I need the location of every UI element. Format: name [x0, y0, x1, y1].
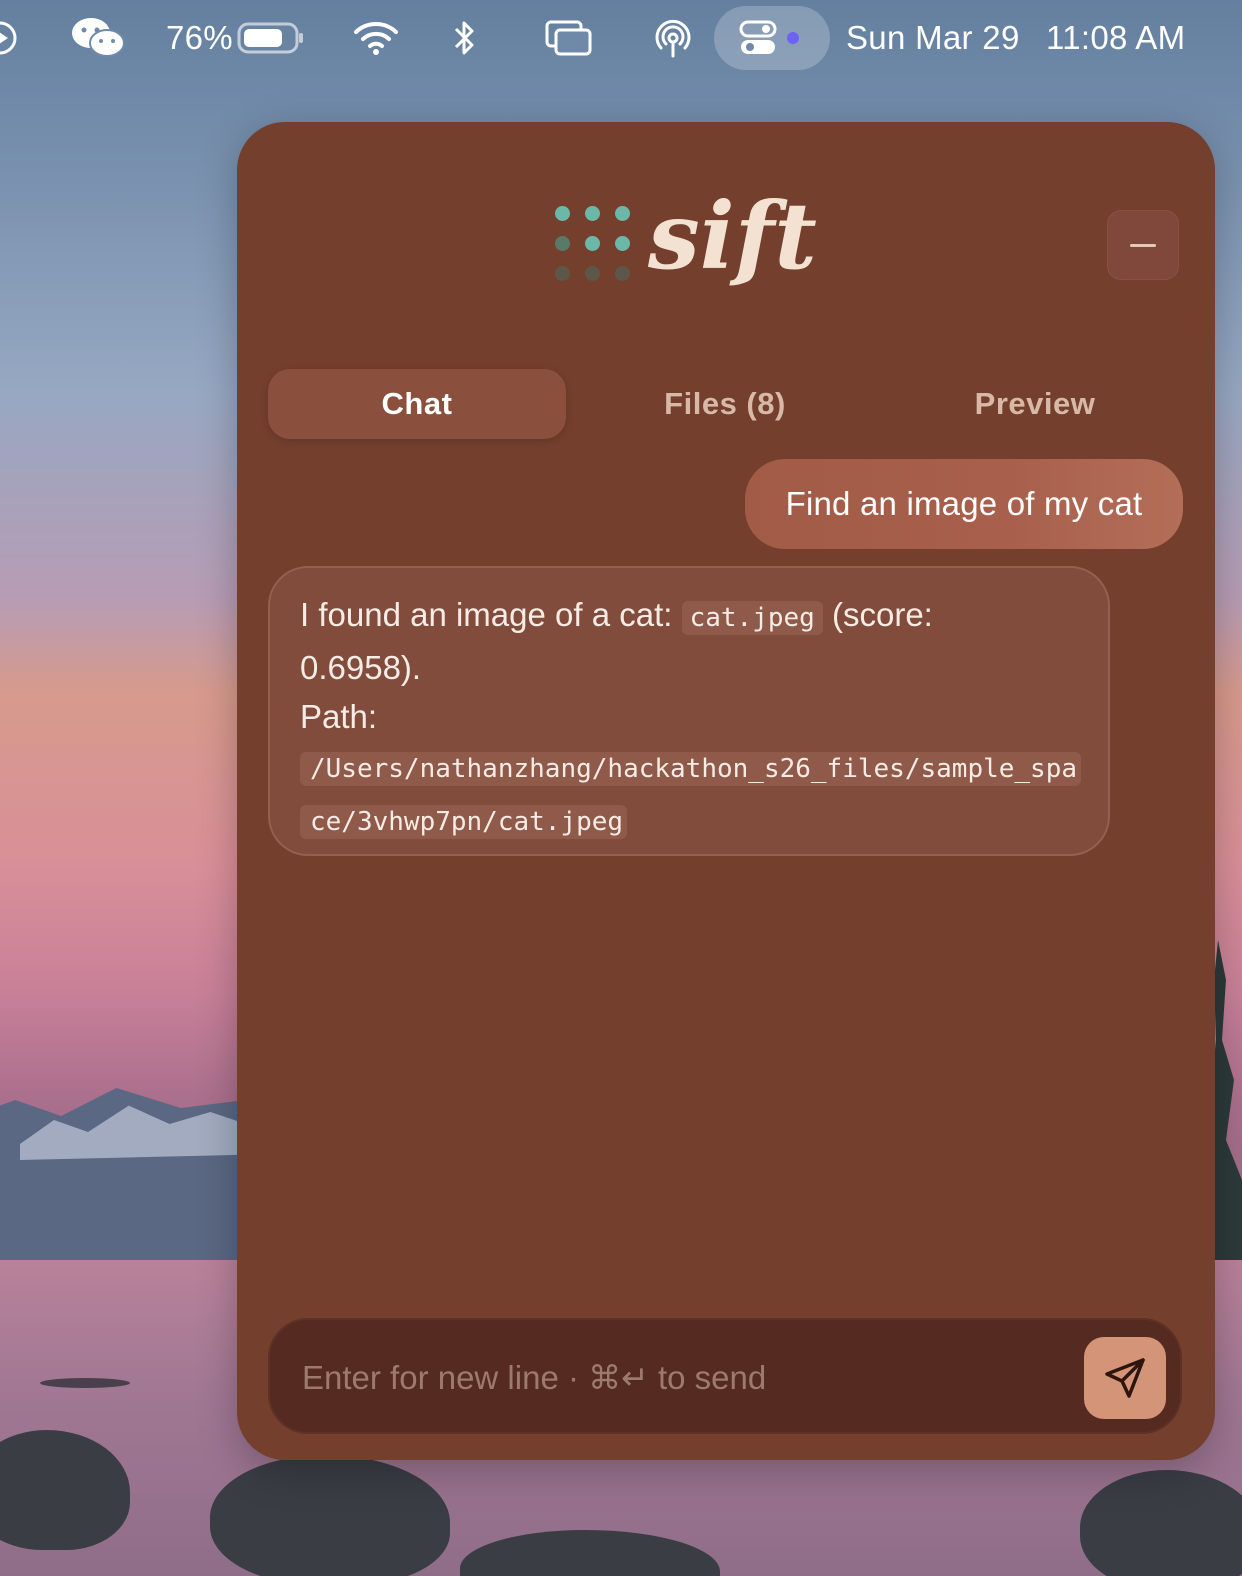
logo-dots-icon [555, 205, 630, 281]
logo-dot [615, 205, 630, 221]
logo-dot [615, 265, 630, 281]
logo-dot [555, 205, 570, 221]
send-icon [1105, 1358, 1145, 1398]
battery-icon[interactable] [237, 0, 305, 76]
sift-app-window: sift Chat Files (8) Preview Find an imag… [237, 122, 1215, 1460]
logo-dot [555, 235, 570, 251]
logo-dot [555, 265, 570, 281]
score-label: (score: [832, 596, 933, 633]
inline-code-filename: cat.jpeg [681, 601, 823, 635]
battery-percentage: 76% [166, 19, 233, 56]
menu-bar: 76% Sun Mar 29 11:08 AM [0, 0, 1242, 76]
score-value: 0.6958). [300, 649, 422, 686]
assistant-message-intro: I found an image of a cat: [300, 596, 673, 633]
logo-text: sift [648, 182, 817, 290]
wechat-icon[interactable] [70, 0, 126, 76]
user-message-bubble: Find an image of my cat [745, 459, 1183, 549]
minus-icon [1130, 243, 1156, 247]
tab-bar: Chat Files (8) Preview [268, 369, 1184, 439]
logo-dot [585, 235, 600, 251]
logo-dot [585, 205, 600, 221]
minimize-button[interactable] [1107, 210, 1179, 280]
sift-logo: sift [555, 190, 817, 282]
assistant-message-bubble: I found an image of a cat: cat.jpeg (sco… [268, 566, 1110, 856]
screen-mirroring-icon[interactable] [545, 0, 593, 76]
message-composer [268, 1318, 1182, 1434]
tab-files[interactable]: Files (8) [576, 369, 874, 439]
logo-dot [585, 265, 600, 281]
control-center-icon[interactable] [738, 0, 808, 76]
inline-code-path: /Users/nathanzhang/hackathon_s26_files/s… [300, 752, 1082, 839]
airdrop-icon[interactable] [651, 0, 695, 76]
path-label: Path: [300, 698, 378, 735]
tab-chat[interactable]: Chat [268, 369, 566, 439]
wallpaper-rock [1080, 1470, 1242, 1576]
message-input[interactable] [302, 1350, 1062, 1406]
wifi-icon[interactable] [353, 0, 399, 76]
bluetooth-icon[interactable] [452, 0, 478, 76]
send-button[interactable] [1084, 1337, 1166, 1419]
menubar-time[interactable]: 11:08 AM [1046, 0, 1185, 76]
play-circle-icon[interactable] [0, 0, 26, 76]
wallpaper-rock [40, 1378, 130, 1388]
tab-preview[interactable]: Preview [886, 369, 1184, 439]
logo-dot [615, 235, 630, 251]
menubar-date[interactable]: Sun Mar 29 [846, 0, 1020, 76]
